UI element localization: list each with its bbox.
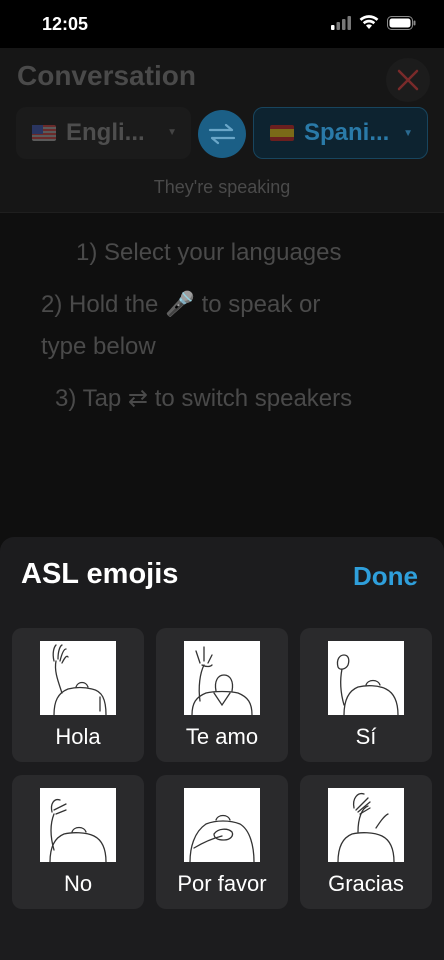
asl-tile-por-favor[interactable]: Por favor [156,775,288,909]
instruction-1: 1) Select your languages [76,239,342,266]
instruction-2-continued: type below [41,333,156,360]
asl-tile-label: Gracias [328,871,404,896]
asl-tile-label: Te amo [185,724,259,749]
asl-please-sign-icon [184,788,260,863]
battery-icon [387,15,416,30]
asl-tile-si[interactable]: Sí [300,628,432,762]
close-icon [397,69,419,91]
asl-emoji-sheet: ASL emojis Done Hola Te amo Sí No Por fa… [0,537,444,960]
asl-no-sign-icon [40,788,116,863]
asl-tile-hola[interactable]: Hola [12,628,144,762]
close-button[interactable] [386,58,430,102]
instruction-3: 3) Tap ⇄ to switch speakers [55,385,353,412]
page-title: Conversation [17,60,196,91]
cellular-signal-icon [331,15,351,30]
asl-yes-sign-icon [328,641,404,716]
asl-tile-gracias[interactable]: Gracias [300,775,432,909]
asl-i-love-you-sign-icon [184,641,260,716]
asl-tile-te-amo[interactable]: Te amo [156,628,288,762]
status-icons [331,15,416,30]
instruction-2: 2) Hold the 🎤 to speak or [41,291,321,318]
us-flag-icon [32,125,56,141]
target-language-label: Spani... [304,119,390,146]
asl-hello-sign-icon [40,641,116,716]
done-button[interactable]: Done [353,561,418,592]
asl-tile-label: No [63,871,93,896]
wifi-icon [359,15,379,29]
chevron-down-icon: ▼ [167,127,177,138]
asl-tile-label: Por favor [177,871,267,896]
asl-tile-label: Sí [355,724,377,749]
asl-thank-you-sign-icon [328,788,404,863]
conversation-header: Conversation Engli... ▼ Spani... ▼ They'… [0,48,444,213]
status-bar: 12:05 [0,0,444,48]
es-flag-icon [270,125,294,141]
target-language-select[interactable]: Spani... ▼ [253,107,428,159]
swap-languages-button[interactable] [198,110,246,158]
speaking-status: They're speaking [153,177,291,197]
status-time: 12:05 [42,14,89,34]
swap-arrows-icon [208,123,236,145]
source-language-select[interactable]: Engli... ▼ [16,107,191,159]
source-language-label: Engli... [66,119,145,146]
chevron-down-icon: ▼ [403,128,413,139]
sheet-title: ASL emojis [21,558,179,590]
asl-tile-no[interactable]: No [12,775,144,909]
asl-tile-label: Hola [55,724,101,749]
